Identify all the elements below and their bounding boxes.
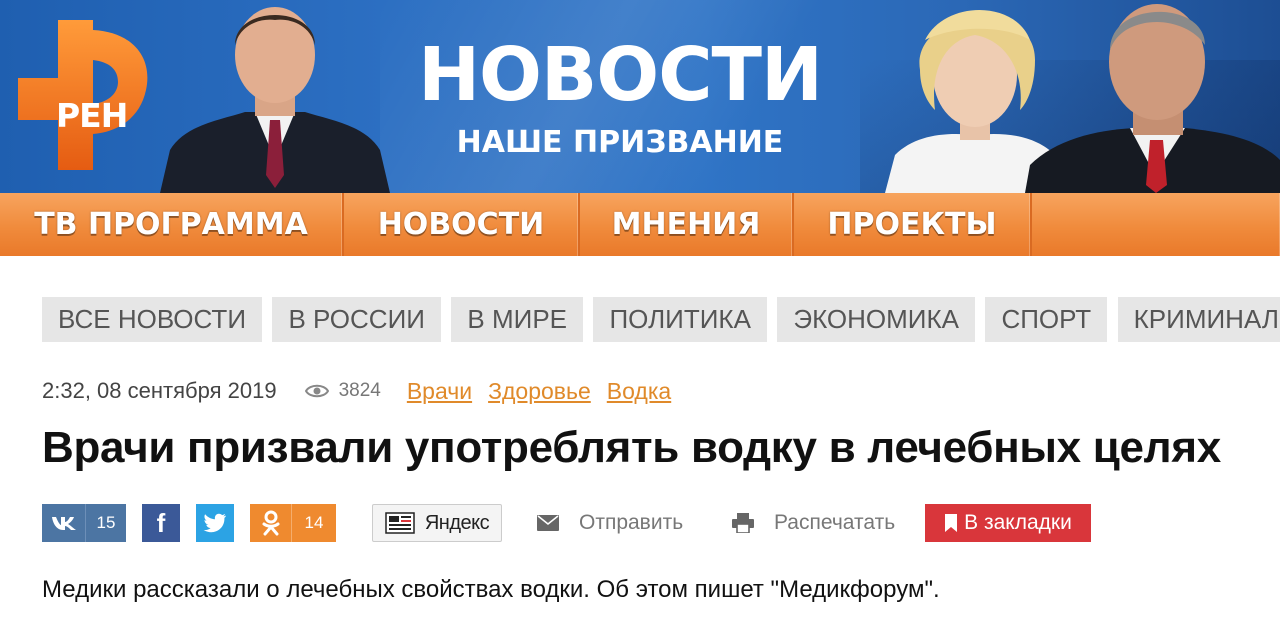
logo-text: РЕН [56, 96, 128, 135]
article-datetime: 2:32, 08 сентября 2019 [42, 378, 277, 403]
nav-tv-program[interactable]: ТВ ПРОГРАММА [0, 193, 344, 256]
vk-share-count: 15 [96, 513, 116, 532]
nav-projects[interactable]: ПРОЕКТЫ [794, 193, 1032, 256]
banner-title: НОВОСТИ [418, 32, 823, 118]
facebook-share-button[interactable]: f [142, 504, 180, 542]
odnoklassniki-share-count: 14 [304, 513, 324, 532]
banner-subtitle: НАШЕ ПРИЗВАНИЕ [456, 125, 784, 160]
newspaper-icon [385, 512, 415, 534]
nav-news[interactable]: НОВОСТИ [344, 193, 580, 256]
envelope-icon [537, 515, 559, 531]
views-count: 3824 [338, 380, 381, 401]
presenter-left-image [160, 7, 390, 193]
category-all-news[interactable]: ВСЕ НОВОСТИ [42, 297, 263, 342]
print-button[interactable]: Распечатать [732, 504, 895, 542]
header-banner: РЕН НОВОСТИ НАШЕ ПРИЗВАНИЕ [0, 0, 1280, 193]
printer-icon [732, 513, 754, 533]
send-button[interactable]: Отправить [537, 504, 683, 542]
yandex-share-button[interactable]: Яндекс [372, 504, 502, 542]
bookmark-label: В закладки [964, 511, 1072, 534]
nav-opinions[interactable]: МНЕНИЯ [580, 193, 794, 256]
tag-doctors[interactable]: Врачи [407, 378, 472, 405]
main-navigation: ТВ ПРОГРАММА НОВОСТИ МНЕНИЯ ПРОЕКТЫ [0, 193, 1280, 256]
presenter-right-image [1025, 4, 1280, 193]
print-label: Распечатать [774, 511, 896, 534]
tag-health[interactable]: Здоровье [488, 378, 591, 405]
odnoklassniki-share-button[interactable]: 14 [250, 504, 336, 542]
category-russia[interactable]: В РОССИИ [272, 297, 441, 342]
bookmark-button[interactable]: В закладки [925, 504, 1091, 542]
ren-logo-mark-icon [18, 20, 148, 170]
category-sport[interactable]: СПОРТ [985, 297, 1108, 342]
bookmark-icon [945, 514, 958, 532]
send-label: Отправить [579, 511, 684, 534]
article-lead: Медики рассказали о лечебных свойствах в… [42, 576, 940, 603]
category-economy[interactable]: ЭКОНОМИКА [777, 297, 975, 342]
ren-logo[interactable]: РЕН [18, 20, 158, 170]
views-counter: 3824 [304, 380, 381, 402]
category-politics[interactable]: ПОЛИТИКА [593, 297, 767, 342]
eye-icon [304, 384, 329, 398]
category-world[interactable]: В МИРЕ [451, 297, 584, 342]
vk-share-button[interactable]: 15 [42, 504, 126, 542]
tag-vodka[interactable]: Водка [607, 378, 671, 405]
article-meta: 2:32, 08 сентября 2019 3824 Врачи Здоров… [42, 376, 687, 406]
article-headline: Врачи призвали употреблять водку в лечеб… [42, 423, 1221, 472]
facebook-icon: f [156, 507, 166, 538]
vk-icon [42, 504, 86, 542]
twitter-icon [203, 513, 226, 533]
share-bar: 15 f 14 Яндекс Отправить Распечатать В з… [42, 504, 1272, 542]
category-tabs: ВСЕ НОВОСТИ В РОССИИ В МИРЕ ПОЛИТИКА ЭКО… [42, 297, 1280, 342]
yandex-label: Яндекс [424, 511, 490, 534]
odnoklassniki-icon [250, 504, 292, 542]
twitter-share-button[interactable] [196, 504, 234, 542]
category-crime[interactable]: КРИМИНАЛ [1117, 297, 1280, 342]
